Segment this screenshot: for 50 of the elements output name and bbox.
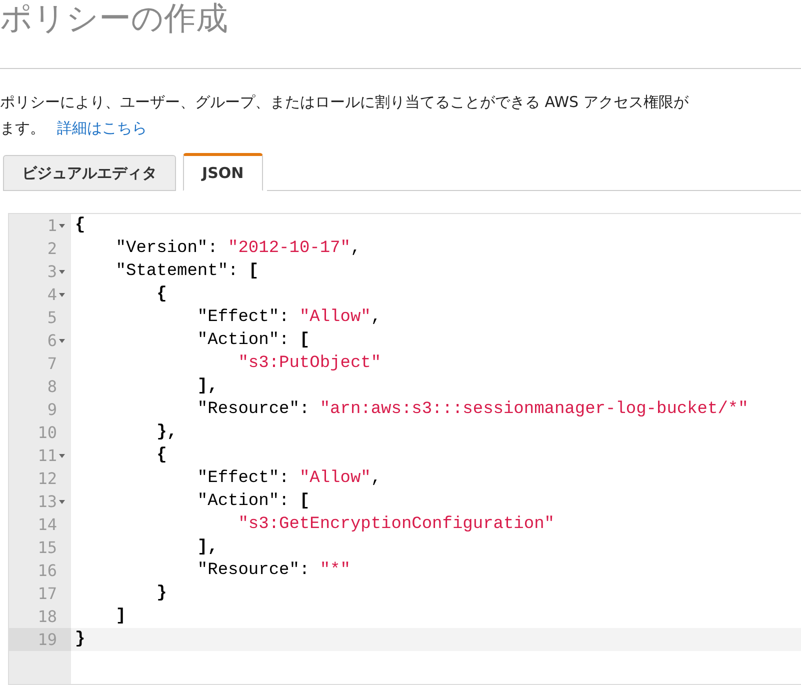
code-text: "Statement": [: [114, 261, 259, 283]
line-number: 3: [47, 262, 57, 281]
editor-tab[interactable]: ビジュアルエディタ: [3, 155, 176, 191]
line-number: 1: [47, 216, 57, 235]
line-number: 15: [38, 538, 57, 557]
code-text: "Resource": "*": [196, 560, 350, 582]
line-number: 11: [38, 446, 57, 465]
line-number: 9: [47, 400, 57, 419]
code-text: "s3:GetEncryptionConfiguration": [237, 514, 554, 536]
code-text: "Action": [: [196, 491, 310, 513]
line-number: 17: [38, 584, 57, 603]
page-title: ポリシーの作成: [0, 0, 229, 38]
line-number: 18: [38, 607, 57, 626]
description-text: ポリシーにより、ユーザー、グループ、またはロールに割り当てることができる AWS アクセス権限が: [0, 92, 690, 113]
fold-caret-icon[interactable]: [59, 454, 65, 458]
code-text: "Resource": "arn:aws:s3:::sessionmanager-log-bucket/*": [196, 399, 748, 421]
fold-caret-icon[interactable]: [59, 292, 65, 296]
code-text: {: [156, 284, 167, 306]
code-text: ],: [196, 537, 218, 559]
fold-caret-icon[interactable]: [59, 500, 65, 504]
line-number: 6: [47, 331, 57, 350]
line-number: 5: [47, 308, 57, 327]
fold-caret-icon[interactable]: [59, 224, 65, 228]
fold-caret-icon[interactable]: [59, 270, 65, 274]
line-number: 12: [38, 469, 57, 488]
code-text: {: [156, 445, 167, 467]
line-number: 13: [38, 492, 57, 511]
description-text: ます。: [0, 118, 45, 139]
code-text: "Effect": "Allow",: [196, 468, 382, 490]
line-number: 14: [38, 515, 57, 534]
line-number: 4: [47, 285, 57, 304]
code-text: {: [74, 215, 86, 237]
code-text: },: [156, 422, 178, 444]
learn-more-link[interactable]: 詳細はこちら: [57, 115, 147, 141]
code-text: }: [156, 583, 167, 605]
code-text: }: [74, 629, 86, 651]
editor-tab[interactable]: JSON: [183, 153, 263, 191]
code-text: ]: [114, 606, 126, 628]
line-number: 16: [38, 561, 57, 580]
code-text: "Action": [: [196, 330, 310, 352]
line-number: 19: [38, 630, 57, 649]
line-number: 7: [47, 354, 57, 373]
line-number: 8: [47, 377, 57, 396]
fold-caret-icon[interactable]: [59, 338, 65, 342]
code-text: "s3:PutObject": [237, 353, 382, 375]
code-text: ],: [196, 376, 218, 398]
line-number: 2: [47, 239, 57, 258]
code-text: "Version": "2012-10-17",: [114, 238, 361, 260]
code-text: "Effect": "Allow",: [196, 307, 382, 329]
line-number: 10: [38, 423, 57, 442]
